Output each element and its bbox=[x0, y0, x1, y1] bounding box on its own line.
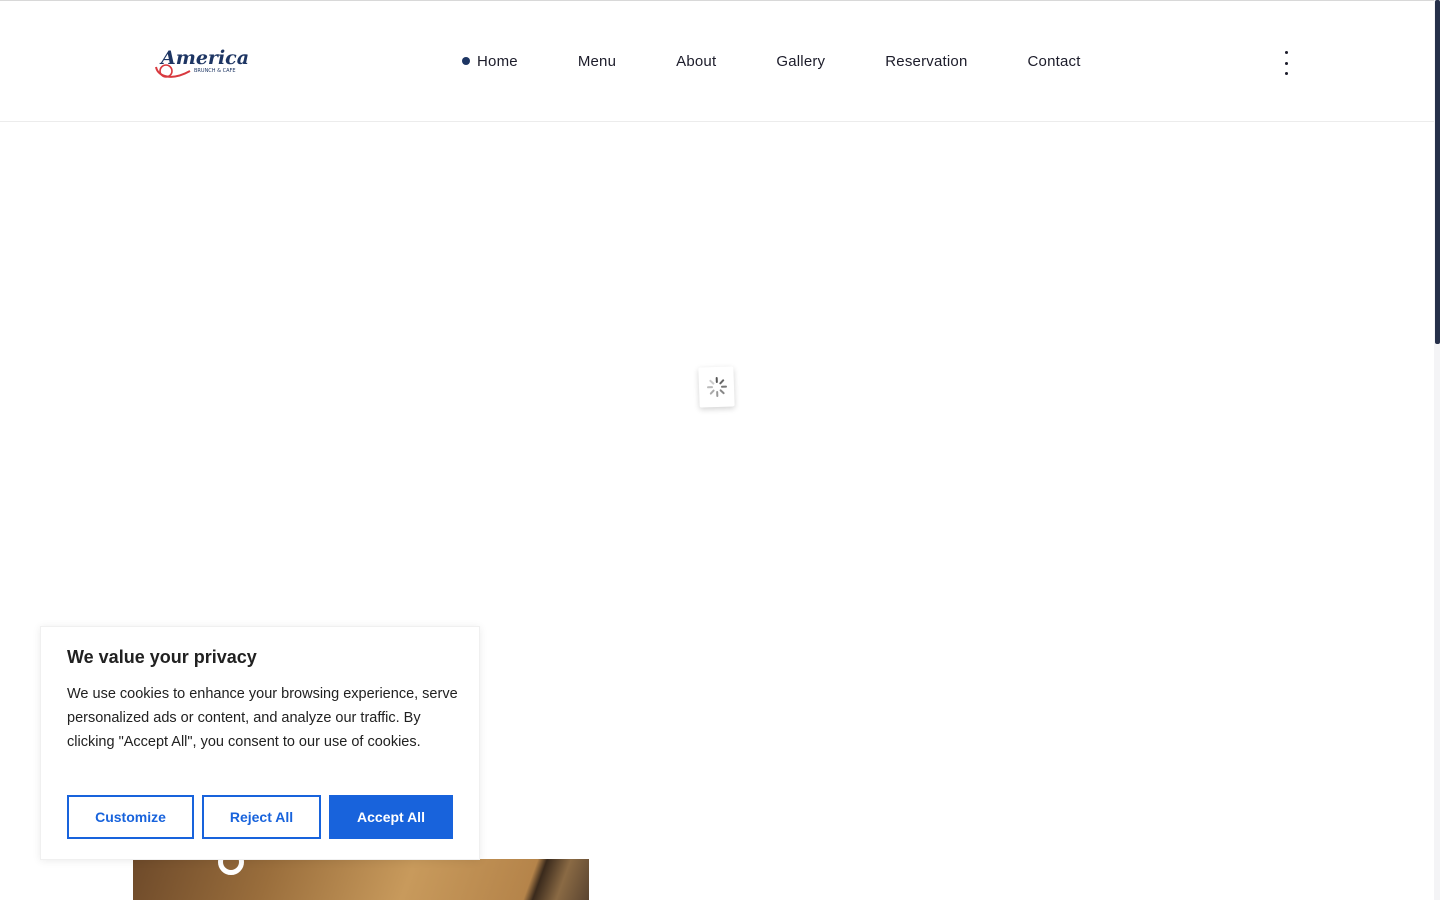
nav-reservation-label: Reservation bbox=[885, 52, 968, 70]
nav-home-label: Home bbox=[477, 52, 518, 70]
site-logo[interactable]: Americana BRUNCH & CAFE bbox=[152, 41, 275, 83]
reject-all-button[interactable]: Reject All bbox=[202, 795, 321, 839]
nav-gallery[interactable]: Gallery bbox=[776, 53, 825, 70]
nav-menu[interactable]: Menu bbox=[578, 53, 616, 70]
spinner-icon bbox=[706, 377, 727, 397]
cookie-description: We use cookies to enhance your browsing … bbox=[67, 686, 458, 750]
logo-subtext: BRUNCH & CAFE bbox=[194, 68, 236, 74]
nav-gallery-label: Gallery bbox=[776, 52, 826, 70]
accept-all-button[interactable]: Accept All bbox=[329, 795, 453, 839]
cookie-title: We value your privacy bbox=[67, 647, 257, 667]
nav-reservation[interactable]: Reservation bbox=[885, 53, 967, 70]
nav-about-label: About bbox=[676, 52, 717, 70]
nav-contact[interactable]: Contact bbox=[1028, 53, 1081, 70]
site-header: Americana BRUNCH & CAFE Home Menu About … bbox=[0, 1, 1434, 122]
nav-menu-label: Menu bbox=[577, 52, 617, 70]
hero-image bbox=[133, 859, 589, 900]
main-nav: Home Menu About Gallery Reservation Cont… bbox=[462, 49, 1081, 73]
scrollbar-thumb[interactable] bbox=[1435, 0, 1440, 344]
logo-text: Americana bbox=[159, 47, 248, 69]
customize-button[interactable]: Customize bbox=[67, 795, 194, 839]
cookie-consent-banner: We value your privacy We use cookies to … bbox=[40, 626, 480, 860]
nav-contact-label: Contact bbox=[1027, 52, 1081, 70]
nav-home[interactable]: Home bbox=[462, 53, 518, 70]
loading-spinner bbox=[698, 366, 735, 408]
active-indicator-dot bbox=[462, 57, 470, 65]
nav-about[interactable]: About bbox=[676, 53, 716, 70]
kebab-vertical-icon[interactable] bbox=[1278, 51, 1294, 75]
